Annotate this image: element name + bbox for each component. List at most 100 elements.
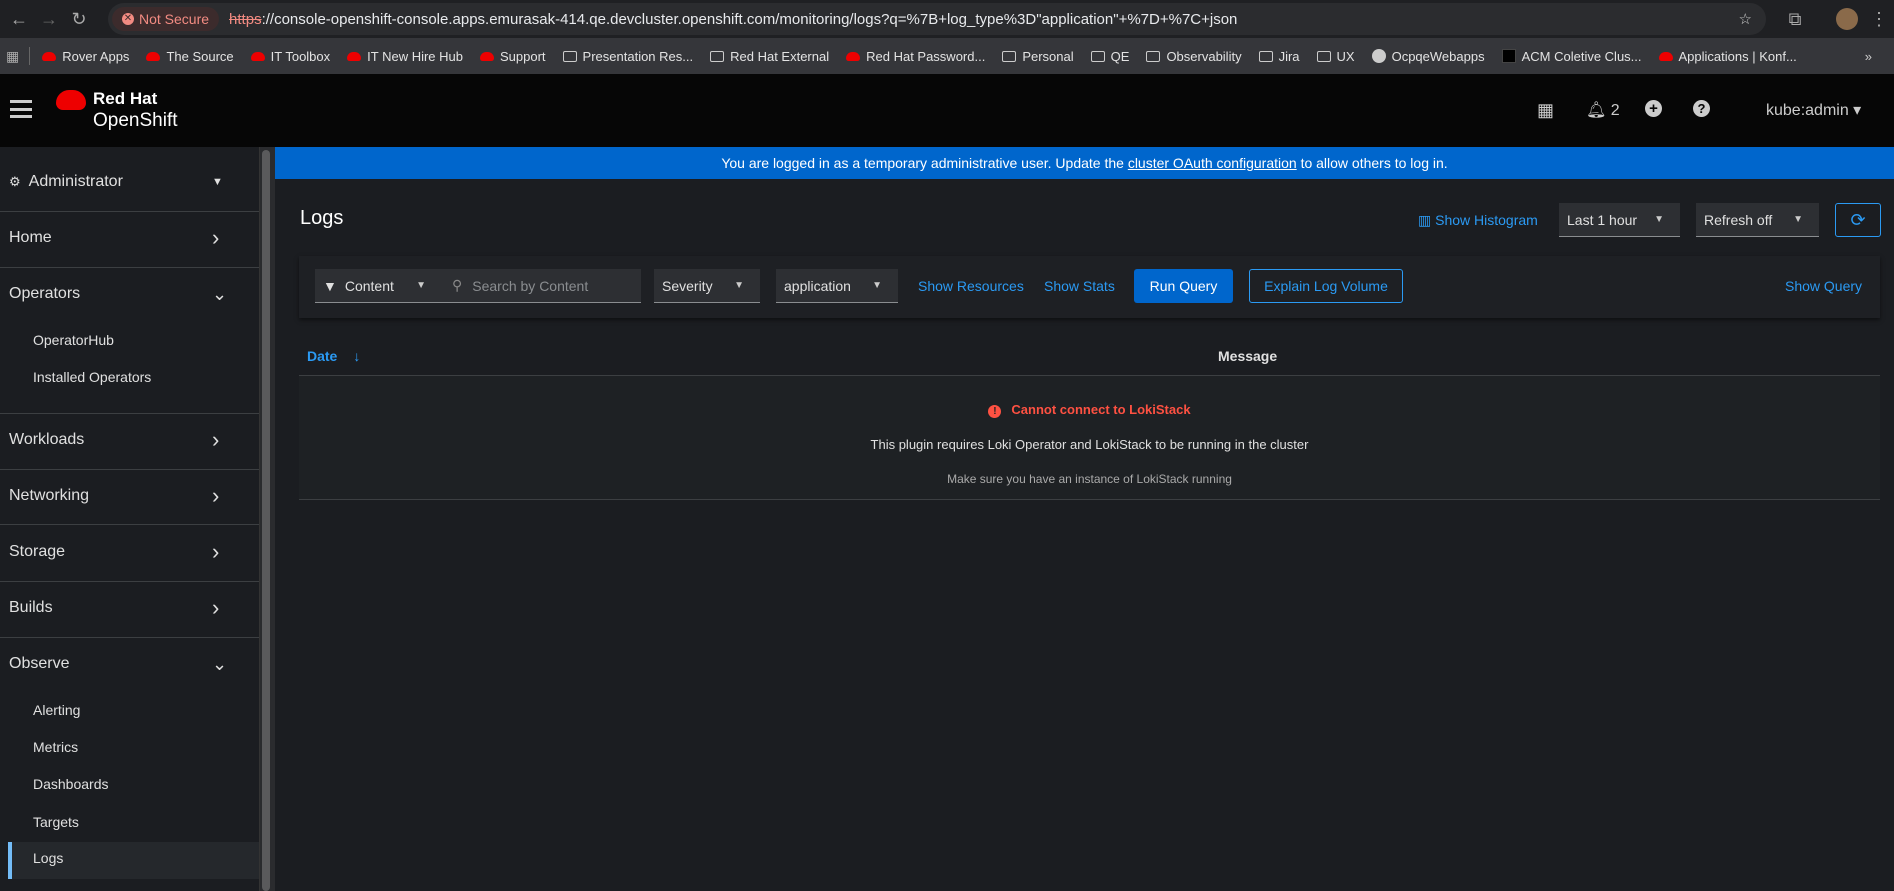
redhat-icon: [480, 51, 494, 61]
show-histogram-link[interactable]: ▥ Show Histogram: [1418, 212, 1538, 229]
tenant-select[interactable]: application ▼: [776, 269, 898, 303]
refresh-button[interactable]: ⟳: [1835, 203, 1881, 237]
bookmark-item[interactable]: QE: [1090, 49, 1129, 64]
date-column-header[interactable]: Date ↓: [307, 348, 360, 364]
chevron-down-icon: ⌄: [212, 283, 228, 304]
cogs-icon: ⚙: [9, 174, 21, 189]
bookmark-item[interactable]: Applications | Konf...: [1658, 49, 1797, 64]
chevron-right-icon: ›: [212, 225, 220, 250]
error-body: This plugin requires Loki Operator and L…: [870, 437, 1309, 452]
refresh-interval-select[interactable]: Refresh off ▼: [1696, 203, 1819, 237]
run-query-button[interactable]: Run Query: [1134, 269, 1233, 303]
time-range-select[interactable]: Last 1 hour ▼: [1559, 203, 1680, 237]
filter-attribute-select[interactable]: ▼ Content ▼: [315, 269, 442, 303]
sidebar: ⚙ Administrator ▼ Home › Operators ⌄ Workloads ›…: [0, 147, 259, 891]
notifications-button[interactable]: 🔔︎ 2: [1586, 100, 1620, 120]
reload-icon[interactable]: ↻: [66, 6, 92, 32]
bookmark-item[interactable]: Red Hat Password...: [846, 49, 985, 64]
nav-item-metrics[interactable]: Metrics: [0, 739, 259, 755]
divider: [0, 267, 259, 268]
redhat-icon: [146, 51, 161, 61]
url-text: https://console-openshift-console.apps.e…: [229, 10, 1238, 28]
search-icon: ⚲: [452, 277, 463, 293]
forward-icon[interactable]: →: [36, 6, 62, 32]
bookmark-item[interactable]: OcpqeWebapps: [1371, 49, 1485, 64]
nav-section-home[interactable]: Home ›: [0, 224, 259, 252]
message-column-header: Message: [1218, 348, 1278, 364]
divider: [0, 211, 259, 212]
security-chip[interactable]: ✕ Not Secure: [112, 7, 220, 31]
show-stats-link[interactable]: Show Stats: [1044, 278, 1115, 294]
user-menu[interactable]: kube:admin ▾: [1766, 100, 1861, 120]
bookmark-item[interactable]: IT New Hire Hub: [347, 49, 463, 64]
bookmark-item[interactable]: IT Toolbox: [250, 49, 330, 64]
chevron-right-icon: ›: [212, 483, 220, 508]
nav-item-dashboards[interactable]: Dashboards: [0, 776, 259, 792]
address-bar[interactable]: ✕ Not Secure https://console-openshift-co…: [108, 3, 1766, 35]
folder-icon: [1002, 50, 1017, 62]
bookmark-item[interactable]: Jira: [1258, 49, 1300, 64]
nav-section-builds[interactable]: Builds ›: [0, 594, 259, 622]
bookmark-item[interactable]: Presentation Res...: [562, 49, 693, 64]
show-resources-link[interactable]: Show Resources: [918, 278, 1024, 294]
folder-icon: [1316, 50, 1331, 62]
menu-kebab-icon[interactable]: ⋮: [1866, 6, 1892, 32]
bookmark-item[interactable]: Observability: [1146, 49, 1242, 64]
bookmark-item[interactable]: Rover Apps: [42, 49, 129, 64]
hamburger-icon[interactable]: [10, 100, 32, 118]
bell-icon: 🔔︎: [1586, 102, 1607, 119]
nav-item-targets[interactable]: Targets: [0, 814, 259, 830]
divider: [0, 581, 259, 582]
star-icon[interactable]: ☆: [1739, 10, 1752, 28]
profile-avatar[interactable]: [1836, 8, 1858, 30]
nav-section-observe[interactable]: Observe ⌄: [0, 650, 259, 678]
exclamation-circle-icon: !: [988, 405, 1002, 418]
nav-item[interactable]: Installed Operators: [0, 369, 259, 385]
divider: [0, 469, 259, 470]
masthead: Red Hat OpenShift ▦ 🔔︎ 2 + ? kube:admin …: [0, 74, 1894, 147]
back-icon[interactable]: ←: [6, 6, 32, 32]
nav-section-networking[interactable]: Networking ›: [0, 482, 259, 510]
nav-item-logs[interactable]: Logs: [0, 850, 259, 866]
nav-item-alerting[interactable]: Alerting: [0, 702, 259, 718]
redhat-icon: [1658, 51, 1673, 61]
sidebar-scrollbar-thumb[interactable]: [262, 150, 270, 891]
perspective-switcher[interactable]: ⚙ Administrator ▼: [0, 168, 259, 196]
divider: [0, 637, 259, 638]
bookmark-item[interactable]: UX: [1316, 49, 1355, 64]
app-launcher-icon[interactable]: ▦: [1537, 100, 1554, 121]
bookmark-item[interactable]: Personal: [1002, 49, 1074, 64]
sync-icon: ⟳: [1850, 209, 1866, 230]
bookmark-item[interactable]: Red Hat External: [710, 49, 829, 64]
quick-create-icon[interactable]: +: [1645, 100, 1662, 117]
error-hint: Make sure you have an instance of LokiSt…: [947, 472, 1232, 486]
oauth-config-link[interactable]: cluster OAuth configuration: [1128, 155, 1297, 171]
warning-icon: ✕: [122, 13, 134, 25]
bookmark-item[interactable]: Support: [480, 49, 546, 64]
bookmark-item[interactable]: ACM Coletive Clus...: [1501, 49, 1642, 64]
folder-icon: [562, 50, 577, 62]
nav-item[interactable]: OperatorHub: [0, 332, 259, 348]
brand-top: Red Hat: [93, 89, 158, 108]
divider: [0, 524, 259, 525]
nav-section-operators[interactable]: Operators ⌄: [0, 280, 259, 308]
folder-icon: [1090, 50, 1105, 62]
more-bookmarks[interactable]: »: [1865, 49, 1872, 64]
extensions-icon[interactable]: ⧉: [1782, 6, 1808, 32]
explain-log-volume-button[interactable]: Explain Log Volume: [1249, 269, 1403, 303]
nav-section-storage[interactable]: Storage ›: [0, 538, 259, 566]
chart-icon: ▥: [1418, 212, 1432, 228]
severity-select[interactable]: Severity ▼: [654, 269, 760, 303]
search-content-input[interactable]: ⚲ Search by Content: [442, 269, 641, 303]
help-icon[interactable]: ?: [1693, 100, 1710, 117]
redhat-icon: [846, 51, 861, 61]
nav-section-workloads[interactable]: Workloads ›: [0, 426, 259, 454]
show-query-link[interactable]: Show Query: [1785, 278, 1862, 294]
caret-down-icon: ▼: [212, 176, 223, 188]
caret-down-icon: ▼: [1654, 214, 1664, 225]
bookmark-item[interactable]: The Source: [146, 49, 234, 64]
sort-down-icon: ↓: [353, 348, 361, 364]
bookmarks-bar: ▦ Rover Apps The Source IT Toolbox IT New H…: [0, 38, 1894, 74]
folder-icon: [1258, 50, 1273, 62]
apps-grid-icon[interactable]: ▦: [6, 48, 19, 65]
